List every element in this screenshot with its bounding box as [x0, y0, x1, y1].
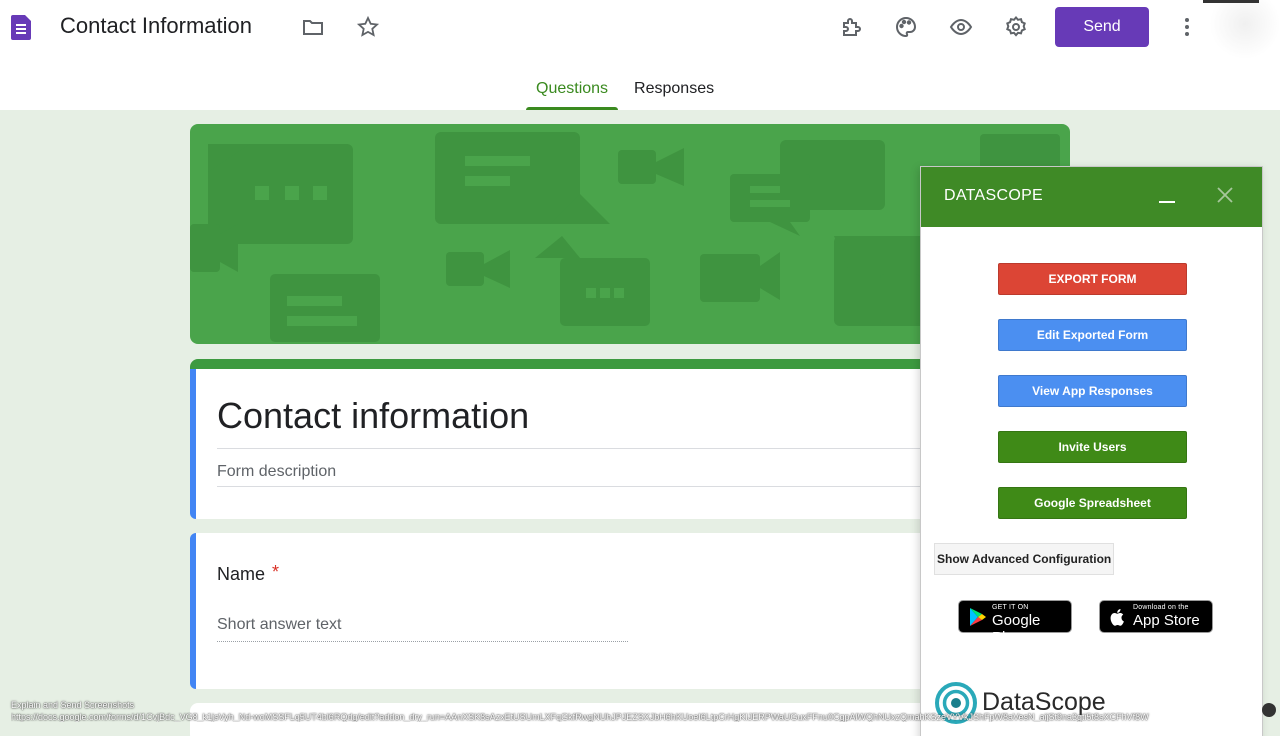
apple-icon — [1110, 609, 1124, 626]
short-answer-placeholder: Short answer text — [217, 616, 342, 633]
badge-store-name: Google Play — [992, 612, 1041, 646]
tab-questions[interactable]: Questions — [526, 72, 619, 110]
panel-header: DATASCOPE — [921, 167, 1262, 227]
divider — [217, 486, 937, 487]
panel-title: DATASCOPE — [944, 187, 1044, 204]
form-tabs: Questions Responses — [526, 72, 724, 110]
more-options-icon[interactable] — [1172, 12, 1202, 42]
export-form-button[interactable]: EXPORT FORM — [998, 263, 1187, 295]
form-title[interactable]: Contact information — [217, 395, 529, 437]
google-play-badge[interactable]: GET IT ON Google Play — [958, 600, 1072, 646]
google-play-icon — [970, 608, 986, 626]
datascope-addon-panel: DATASCOPE EXPORT FORM Edit Exported Form… — [920, 166, 1263, 736]
form-description-field[interactable]: Form description — [217, 463, 336, 481]
active-card-indicator — [190, 369, 196, 519]
star-icon[interactable] — [353, 12, 383, 42]
close-icon[interactable] — [1215, 185, 1235, 205]
badge-store-name: App Store — [1133, 612, 1200, 629]
answer-underline — [217, 641, 628, 642]
required-asterisk: * — [272, 562, 280, 582]
app-header: Contact Information Send Questions Respo… — [0, 0, 1280, 110]
invite-users-button[interactable]: Invite Users — [998, 431, 1187, 463]
minimize-icon[interactable] — [1159, 201, 1175, 203]
divider — [217, 448, 937, 449]
edit-exported-form-button[interactable]: Edit Exported Form — [998, 319, 1187, 351]
account-avatar[interactable] — [1210, 0, 1280, 60]
extension-caption: Explain and Send Screenshots — [11, 700, 135, 710]
forms-logo-icon[interactable] — [11, 15, 31, 40]
view-app-responses-button[interactable]: View App Responses — [998, 375, 1187, 407]
document-title[interactable]: Contact Information — [60, 13, 252, 39]
question-label[interactable]: Name — [217, 564, 265, 585]
page-url-text: https://docs.google.com/forms/d/1CvjBdc_… — [11, 712, 1149, 722]
folder-icon[interactable] — [298, 12, 328, 42]
divider — [1203, 0, 1259, 3]
preview-eye-icon[interactable] — [946, 12, 976, 42]
app-store-badge[interactable]: Download on the App Store — [1099, 600, 1213, 633]
palette-icon[interactable] — [891, 12, 921, 42]
google-spreadsheet-button[interactable]: Google Spreadsheet — [998, 487, 1187, 519]
show-advanced-configuration-button[interactable]: Show Advanced Configuration — [934, 543, 1115, 575]
addon-icon[interactable] — [837, 12, 867, 42]
send-button[interactable]: Send — [1055, 7, 1149, 47]
record-indicator-icon[interactable] — [1262, 703, 1276, 717]
settings-gear-icon[interactable] — [1001, 12, 1031, 42]
badge-caption: GET IT ON — [992, 604, 1029, 611]
question-card-indicator — [190, 533, 196, 689]
tab-responses[interactable]: Responses — [624, 72, 724, 110]
badge-caption: Download on the — [1133, 604, 1189, 611]
